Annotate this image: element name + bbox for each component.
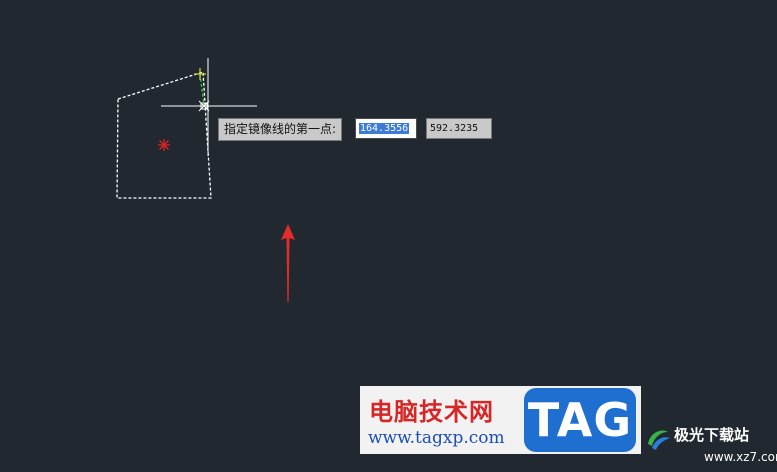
y-coordinate-value: 592.3235 (430, 123, 479, 134)
dynamic-input-prompt: 指定镜像线的第一点: (218, 118, 343, 141)
annotation-arrow-icon (281, 224, 295, 302)
aurora-logo-icon (648, 430, 670, 450)
prompt-label: 指定镜像线的第一点: (224, 122, 337, 136)
y-coordinate-input[interactable]: 592.3235 (426, 118, 492, 139)
x-coordinate-input[interactable]: 164.3556 (355, 118, 417, 139)
x-coordinate-value: 164.3556 (359, 123, 410, 134)
watermark-site-url: www.xz7.com (704, 450, 777, 464)
watermark-site-name: 极光下载站 (674, 426, 750, 444)
watermark-site: 极光下载站 www.xz7.com (636, 418, 777, 472)
watermark-tag-logo: TAG (524, 388, 636, 452)
watermark-url: www.tagxp.com (368, 428, 505, 448)
watermark-title: 电脑技术网 (369, 398, 494, 426)
drawing-canvas[interactable]: 指定镜像线的第一点: 164.3556 592.3235 电脑技术网 www.t… (0, 0, 777, 472)
crosshair-cursor-icon (161, 58, 257, 156)
center-marker-icon (158, 139, 170, 151)
selected-polygon[interactable] (116, 71, 212, 199)
snap-marker-icon (194, 68, 206, 80)
